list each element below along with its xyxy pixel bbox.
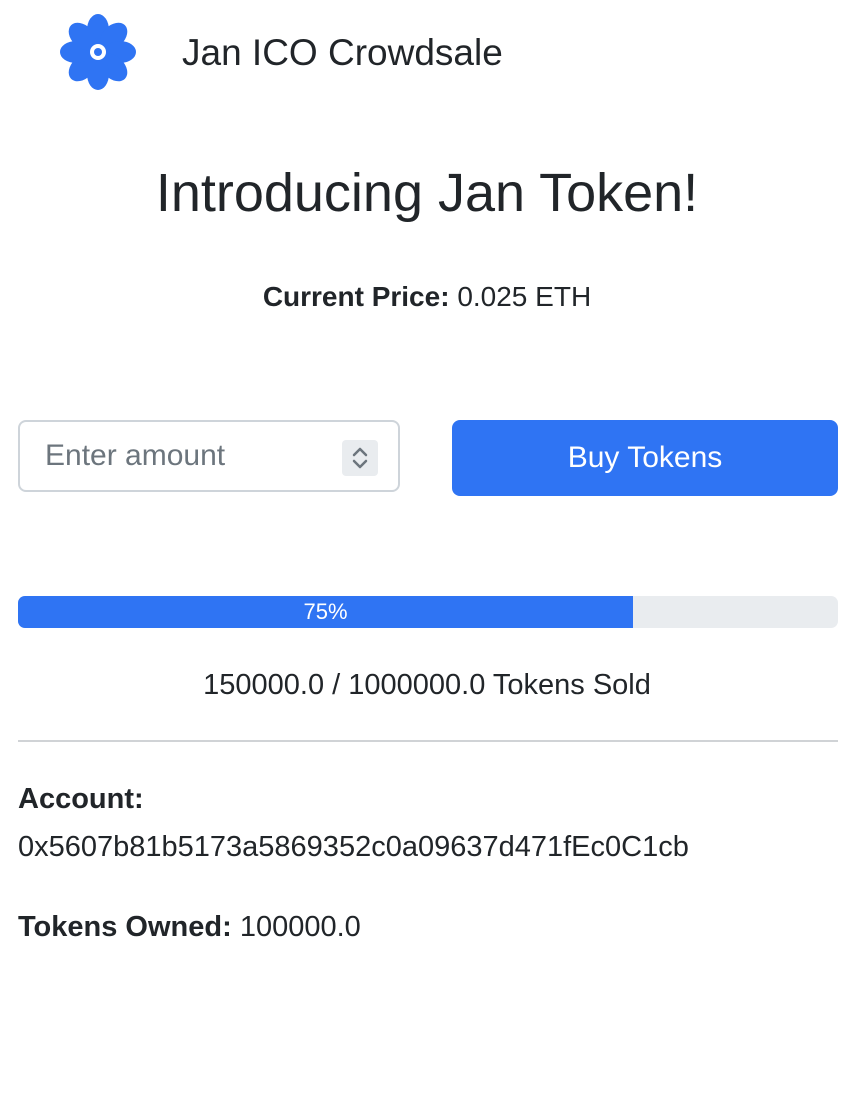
amount-field (18, 420, 400, 492)
navbar: Jan ICO Crowdsale (0, 0, 854, 104)
tokens-owned-value: 100000.0 (239, 911, 361, 943)
page-title: Introducing Jan Token! (155, 163, 699, 223)
amount-input[interactable] (20, 422, 330, 490)
account-address: 0x5607b81b5173a5869352c0a09637d471fEc0C1… (18, 831, 689, 863)
tokens-owned: Tokens Owned: 100000.0 (18, 908, 361, 946)
chevron-up-down-icon (352, 447, 368, 469)
flower-icon[interactable] (56, 10, 140, 94)
number-stepper[interactable] (342, 440, 378, 476)
sale-progress: 75% (18, 596, 838, 628)
progress-bar: 75% (18, 596, 633, 628)
brand-title[interactable]: Jan ICO Crowdsale (182, 30, 503, 76)
divider (18, 740, 838, 742)
tokens-sold: 150000.0 / 1000000.0 Tokens Sold (203, 669, 651, 701)
current-price: Current Price: 0.025 ETH (0, 278, 854, 316)
current-price-value: 0.025 ETH (457, 281, 592, 312)
current-price-label: Current Price: (262, 281, 450, 312)
buy-tokens-button[interactable]: Buy Tokens (452, 420, 838, 496)
tokens-owned-label: Tokens Owned: (18, 911, 232, 943)
account-label: Account: (18, 783, 144, 815)
